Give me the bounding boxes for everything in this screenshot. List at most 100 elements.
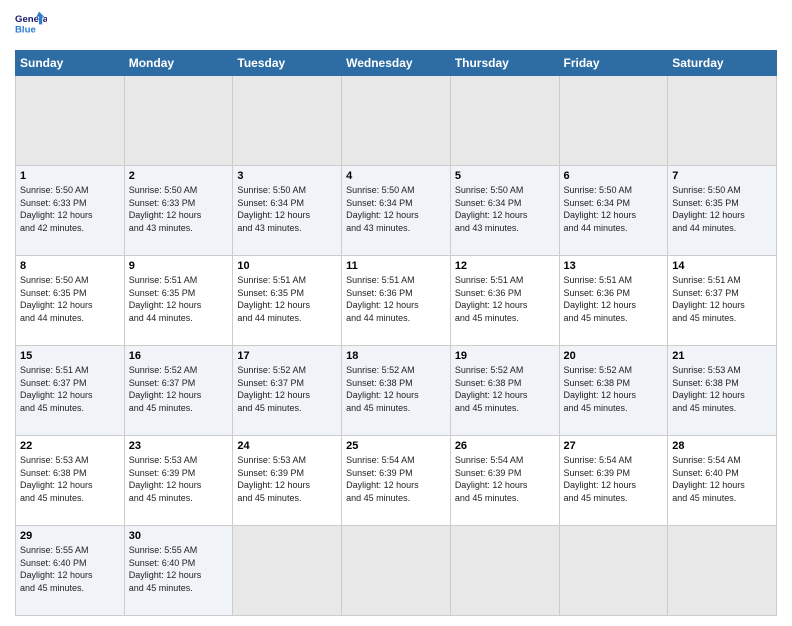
calendar-cell: 15 Sunrise: 5:51 AMSunset: 6:37 PMDayligh…: [16, 346, 125, 436]
day-number: 7: [672, 170, 772, 182]
calendar-cell: [342, 76, 451, 166]
day-number: 20: [564, 350, 664, 362]
day-header-sunday: Sunday: [16, 51, 125, 76]
day-info: Sunrise: 5:53 AMSunset: 6:38 PMDaylight:…: [672, 364, 772, 414]
day-info: Sunrise: 5:51 AMSunset: 6:36 PMDaylight:…: [346, 274, 446, 324]
day-number: 21: [672, 350, 772, 362]
calendar-cell: 22Sunrise: 5:53 AMSunset: 6:38 PMDayligh…: [16, 436, 125, 526]
day-info: Sunrise: 5:54 AMSunset: 6:39 PMDaylight:…: [346, 454, 446, 504]
day-number: 14: [672, 260, 772, 272]
calendar-cell: 17Sunrise: 5:52 AMSunset: 6:37 PMDayligh…: [233, 346, 342, 436]
calendar-cell: [450, 526, 559, 616]
calendar-cell: 29Sunrise: 5:55 AMSunset: 6:40 PMDayligh…: [16, 526, 125, 616]
calendar-cell: 25 Sunrise: 5:54 AMSunset: 6:39 PMDayligh…: [342, 436, 451, 526]
day-number: 17: [237, 350, 337, 362]
calendar-week-5: 29Sunrise: 5:55 AMSunset: 6:40 PMDayligh…: [16, 526, 777, 616]
calendar-cell: 18 Sunrise: 5:52 AMSunset: 6:38 PMDayligh…: [342, 346, 451, 436]
day-info: Sunrise: 5:51 AMSunset: 6:35 PMDaylight:…: [129, 274, 229, 324]
calendar-cell: [233, 526, 342, 616]
day-info: Sunrise: 5:51 AMSunset: 6:37 PMDaylight:…: [20, 364, 120, 414]
day-info: Sunrise: 5:50 AMSunset: 6:35 PMDaylight:…: [20, 274, 120, 324]
calendar-cell: [668, 526, 777, 616]
day-info: Sunrise: 5:50 AMSunset: 6:33 PMDaylight:…: [129, 184, 229, 234]
day-number: 1: [20, 170, 120, 182]
day-info: Sunrise: 5:51 AMSunset: 6:36 PMDaylight:…: [455, 274, 555, 324]
day-info: Sunrise: 5:50 AMSunset: 6:34 PMDaylight:…: [346, 184, 446, 234]
calendar-week-1: 1 Sunrise: 5:50 AMSunset: 6:33 PMDaylight…: [16, 166, 777, 256]
calendar-cell: [559, 76, 668, 166]
calendar-week-2: 8 Sunrise: 5:50 AMSunset: 6:35 PMDaylight…: [16, 256, 777, 346]
calendar-cell: [559, 526, 668, 616]
calendar-cell: 5 Sunrise: 5:50 AMSunset: 6:34 PMDaylight…: [450, 166, 559, 256]
calendar-cell: 10 Sunrise: 5:51 AMSunset: 6:35 PMDayligh…: [233, 256, 342, 346]
calendar-cell: [450, 76, 559, 166]
day-info: Sunrise: 5:50 AMSunset: 6:35 PMDaylight:…: [672, 184, 772, 234]
day-header-thursday: Thursday: [450, 51, 559, 76]
day-number: 16: [129, 350, 229, 362]
day-info: Sunrise: 5:53 AMSunset: 6:39 PMDaylight:…: [237, 454, 337, 504]
day-header-tuesday: Tuesday: [233, 51, 342, 76]
calendar-cell: 9 Sunrise: 5:51 AMSunset: 6:35 PMDaylight…: [124, 256, 233, 346]
day-number: 3: [237, 170, 337, 182]
day-number: 12: [455, 260, 555, 272]
calendar-cell: 2Sunrise: 5:50 AMSunset: 6:33 PMDaylight…: [124, 166, 233, 256]
calendar-cell: [124, 76, 233, 166]
calendar-cell: 24 Sunrise: 5:53 AMSunset: 6:39 PMDayligh…: [233, 436, 342, 526]
day-info: Sunrise: 5:50 AMSunset: 6:34 PMDaylight:…: [237, 184, 337, 234]
calendar-cell: 12 Sunrise: 5:51 AMSunset: 6:36 PMDayligh…: [450, 256, 559, 346]
day-header-saturday: Saturday: [668, 51, 777, 76]
calendar-cell: 7 Sunrise: 5:50 AMSunset: 6:35 PMDaylight…: [668, 166, 777, 256]
calendar-cell: 21 Sunrise: 5:53 AMSunset: 6:38 PMDayligh…: [668, 346, 777, 436]
page: GeneralBlue SundayMondayTuesdayWednesday…: [0, 0, 792, 626]
day-info: Sunrise: 5:52 AMSunset: 6:38 PMDaylight:…: [564, 364, 664, 414]
day-number: 23: [129, 440, 229, 452]
calendar-week-3: 15 Sunrise: 5:51 AMSunset: 6:37 PMDayligh…: [16, 346, 777, 436]
calendar-cell: 19Sunrise: 5:52 AMSunset: 6:38 PMDayligh…: [450, 346, 559, 436]
day-info: Sunrise: 5:52 AMSunset: 6:38 PMDaylight:…: [455, 364, 555, 414]
day-number: 24: [237, 440, 337, 452]
day-number: 30: [129, 530, 229, 542]
calendar-cell: 23Sunrise: 5:53 AMSunset: 6:39 PMDayligh…: [124, 436, 233, 526]
day-number: 10: [237, 260, 337, 272]
calendar-cell: 8 Sunrise: 5:50 AMSunset: 6:35 PMDaylight…: [16, 256, 125, 346]
day-info: Sunrise: 5:53 AMSunset: 6:38 PMDaylight:…: [20, 454, 120, 504]
day-info: Sunrise: 5:51 AMSunset: 6:36 PMDaylight:…: [564, 274, 664, 324]
day-number: 9: [129, 260, 229, 272]
calendar-cell: 26Sunrise: 5:54 AMSunset: 6:39 PMDayligh…: [450, 436, 559, 526]
calendar-cell: 1 Sunrise: 5:50 AMSunset: 6:33 PMDaylight…: [16, 166, 125, 256]
day-info: Sunrise: 5:54 AMSunset: 6:39 PMDaylight:…: [564, 454, 664, 504]
day-info: Sunrise: 5:51 AMSunset: 6:35 PMDaylight:…: [237, 274, 337, 324]
day-number: 25: [346, 440, 446, 452]
calendar-cell: 14 Sunrise: 5:51 AMSunset: 6:37 PMDayligh…: [668, 256, 777, 346]
calendar-cell: [342, 526, 451, 616]
day-header-friday: Friday: [559, 51, 668, 76]
day-number: 28: [672, 440, 772, 452]
day-number: 27: [564, 440, 664, 452]
calendar-cell: 28 Sunrise: 5:54 AMSunset: 6:40 PMDayligh…: [668, 436, 777, 526]
day-number: 8: [20, 260, 120, 272]
calendar-cell: 6Sunrise: 5:50 AMSunset: 6:34 PMDaylight…: [559, 166, 668, 256]
calendar-cell: [16, 76, 125, 166]
day-info: Sunrise: 5:54 AMSunset: 6:40 PMDaylight:…: [672, 454, 772, 504]
day-number: 11: [346, 260, 446, 272]
day-number: 6: [564, 170, 664, 182]
day-info: Sunrise: 5:52 AMSunset: 6:38 PMDaylight:…: [346, 364, 446, 414]
day-info: Sunrise: 5:52 AMSunset: 6:37 PMDaylight:…: [129, 364, 229, 414]
logo: GeneralBlue: [15, 10, 47, 42]
day-info: Sunrise: 5:55 AMSunset: 6:40 PMDaylight:…: [129, 544, 229, 594]
day-number: 13: [564, 260, 664, 272]
calendar-week-4: 22Sunrise: 5:53 AMSunset: 6:38 PMDayligh…: [16, 436, 777, 526]
day-number: 5: [455, 170, 555, 182]
day-info: Sunrise: 5:50 AMSunset: 6:33 PMDaylight:…: [20, 184, 120, 234]
day-number: 26: [455, 440, 555, 452]
day-number: 15: [20, 350, 120, 362]
logo-icon: GeneralBlue: [15, 10, 47, 42]
calendar-cell: 4Sunrise: 5:50 AMSunset: 6:34 PMDaylight…: [342, 166, 451, 256]
day-info: Sunrise: 5:50 AMSunset: 6:34 PMDaylight:…: [455, 184, 555, 234]
day-header-monday: Monday: [124, 51, 233, 76]
day-header-wednesday: Wednesday: [342, 51, 451, 76]
day-info: Sunrise: 5:55 AMSunset: 6:40 PMDaylight:…: [20, 544, 120, 594]
calendar-cell: 30 Sunrise: 5:55 AMSunset: 6:40 PMDayligh…: [124, 526, 233, 616]
day-info: Sunrise: 5:51 AMSunset: 6:37 PMDaylight:…: [672, 274, 772, 324]
day-number: 18: [346, 350, 446, 362]
